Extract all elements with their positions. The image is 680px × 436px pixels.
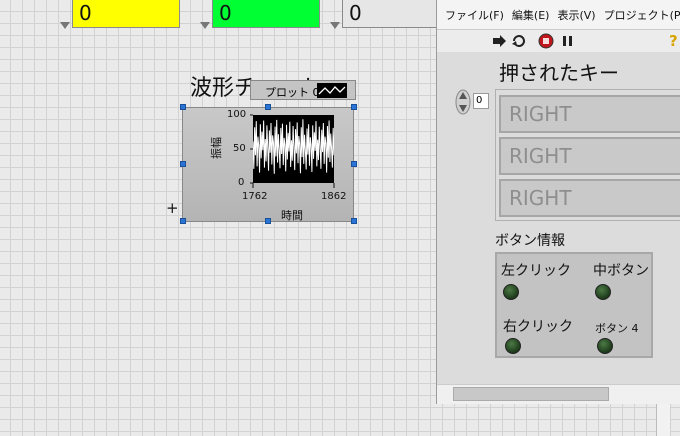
wire-terminal-arrow-icon xyxy=(200,22,210,29)
array-element: RIGHT xyxy=(499,137,680,175)
array-element: RIGHT xyxy=(499,179,680,217)
wire-terminal-arrow-icon xyxy=(60,22,70,29)
wire-terminal-arrow-icon xyxy=(330,22,340,29)
array-index-value[interactable]: 0 xyxy=(473,93,489,109)
indicator-value: 0 xyxy=(79,1,92,25)
middle-button-led xyxy=(595,284,611,300)
help-icon[interactable]: ? xyxy=(669,32,678,50)
menu-file[interactable]: ファイル(F) xyxy=(445,7,504,23)
plot-legend[interactable]: プロット 0 xyxy=(250,80,356,100)
y-axis-label: 振幅 xyxy=(210,137,223,159)
indicator-value: 0 xyxy=(349,1,362,25)
plot-legend-label: プロット 0 xyxy=(265,86,320,99)
index-increment-decrement-icon[interactable] xyxy=(455,89,471,115)
middle-button-label: 中ボタン xyxy=(593,263,649,279)
right-click-label: 右クリック xyxy=(503,319,573,335)
menu-project[interactable]: プロジェクト(P) xyxy=(604,7,680,23)
run-arrow-icon[interactable] xyxy=(491,33,507,49)
selection-handle[interactable] xyxy=(351,161,357,167)
button-info-title: ボタン情報 xyxy=(495,233,565,249)
toolbar: ? xyxy=(437,30,680,52)
selection-handle[interactable] xyxy=(351,104,357,110)
horizontal-scroll-thumb[interactable] xyxy=(453,387,609,401)
run-continuously-icon[interactable] xyxy=(511,33,527,49)
abort-stop-icon[interactable] xyxy=(538,33,554,49)
button-info-cluster: 左クリック 中ボタン 右クリック ボタン 4 xyxy=(495,252,653,358)
array-index-control[interactable]: 0 xyxy=(453,89,491,115)
selection-handle[interactable] xyxy=(180,161,186,167)
left-click-led xyxy=(503,284,519,300)
right-click-led xyxy=(505,338,521,354)
menu-view[interactable]: 表示(V) xyxy=(557,7,595,23)
x-tick-1762: 1762 xyxy=(242,191,268,202)
vertical-scrollbar[interactable] xyxy=(656,404,670,436)
indicator-value: 0 xyxy=(219,1,232,25)
selection-handle[interactable] xyxy=(265,104,271,110)
selection-handle[interactable] xyxy=(180,104,186,110)
selection-handle[interactable] xyxy=(180,218,186,224)
axis-ticks xyxy=(250,114,335,188)
array-element: RIGHT xyxy=(499,95,680,133)
pause-icon[interactable] xyxy=(560,33,576,49)
numeric-indicator-green: 0 xyxy=(212,0,320,28)
x-tick-1862: 1862 xyxy=(321,191,347,202)
numeric-indicator-gray: 0 xyxy=(342,0,438,28)
plot-line-icon xyxy=(317,83,347,98)
button4-led xyxy=(597,338,613,354)
button4-label: ボタン 4 xyxy=(595,322,639,335)
selection-handle[interactable] xyxy=(351,218,357,224)
pressed-key-title: 押されたキー xyxy=(499,61,619,85)
menu-bar: ファイル(F) 編集(E) 表示(V) プロジェクト(P) xyxy=(437,0,680,30)
left-click-label: 左クリック xyxy=(501,263,571,279)
numeric-indicator-yellow: 0 xyxy=(72,0,180,28)
x-axis-label: 時間 xyxy=(281,209,303,222)
selection-handle[interactable] xyxy=(265,218,271,224)
crosshair-cursor-icon: + xyxy=(166,199,179,217)
horizontal-scrollbar[interactable] xyxy=(437,384,680,404)
menu-edit[interactable]: 編集(E) xyxy=(512,7,550,23)
front-panel-window: ファイル(F) 編集(E) 表示(V) プロジェクト(P) ? 押されたキー 0… xyxy=(436,0,680,404)
